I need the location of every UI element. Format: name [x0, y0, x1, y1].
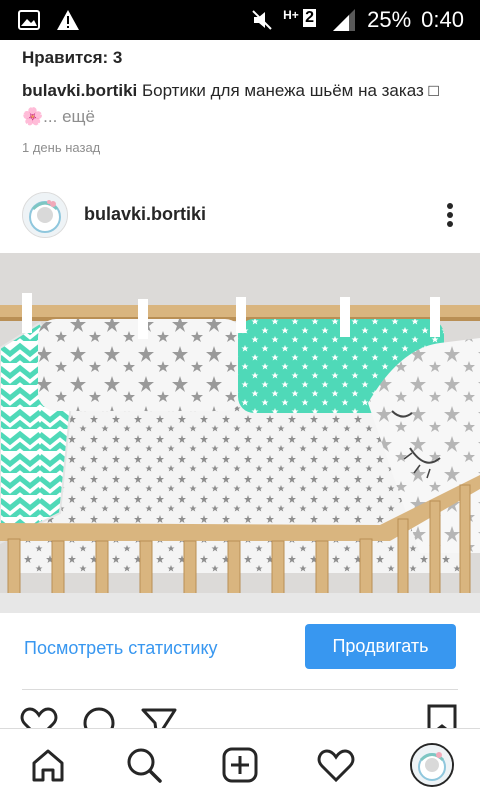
post-username[interactable]: bulavki.bortiki	[84, 204, 206, 225]
activity-icon[interactable]	[316, 745, 356, 785]
mute-icon	[251, 8, 273, 32]
home-icon[interactable]	[28, 745, 68, 785]
post-caption: bulavki.bortiki Бортики для манежа шьём …	[22, 78, 462, 130]
avatar[interactable]	[22, 192, 68, 238]
network-type-icon: H+ 2	[283, 6, 321, 34]
likes-count[interactable]: Нравится: 3	[22, 48, 122, 68]
bottom-navigation	[0, 728, 480, 801]
like-icon[interactable]	[20, 706, 58, 730]
save-icon[interactable]	[426, 704, 458, 730]
comment-icon[interactable]	[82, 706, 118, 730]
action-row	[0, 700, 480, 730]
post-photo[interactable]	[0, 253, 480, 613]
sim-label: 2	[303, 9, 317, 27]
more-options-icon[interactable]	[446, 202, 454, 228]
caption-more-link[interactable]: ... ещё	[43, 107, 95, 126]
view-insights-link[interactable]: Посмотреть статистику	[24, 638, 218, 659]
warning-icon	[56, 9, 80, 31]
post-header: bulavki.bortiki	[0, 186, 480, 244]
post-timestamp: 1 день назад	[22, 140, 101, 155]
share-icon[interactable]	[140, 706, 178, 730]
network-label: H+	[283, 8, 299, 22]
status-bar: H+ 2 25% 0:40	[0, 0, 480, 40]
promote-button[interactable]: Продвигать	[305, 624, 456, 669]
caption-username[interactable]: bulavki.bortiki	[22, 81, 137, 100]
profile-icon[interactable]	[410, 743, 454, 787]
signal-icon	[331, 7, 357, 33]
search-icon[interactable]	[124, 745, 164, 785]
image-icon	[18, 9, 40, 31]
battery-percent: 25%	[367, 7, 412, 32]
divider	[22, 689, 458, 690]
new-post-icon[interactable]	[220, 745, 260, 785]
clock: 0:40	[421, 7, 464, 32]
